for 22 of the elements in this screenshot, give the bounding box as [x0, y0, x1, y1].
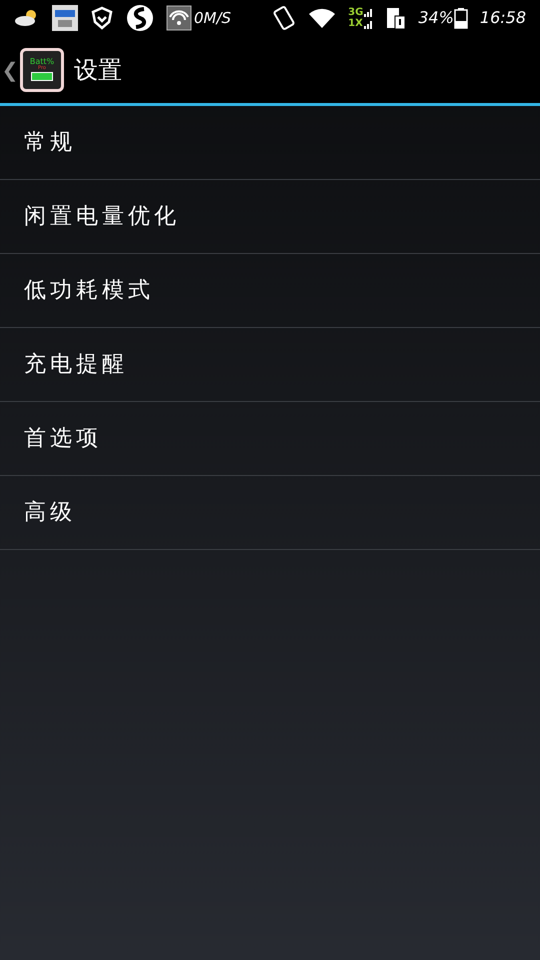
network-text: 3G — [348, 7, 364, 18]
sim-alert-icon — [386, 6, 406, 30]
network-text: 1X — [348, 18, 364, 29]
settings-item[interactable]: 高级 — [0, 476, 540, 550]
wifi-icon — [308, 7, 336, 29]
settings-item[interactable]: 首选项 — [0, 402, 540, 476]
signal-icon — [364, 7, 374, 29]
vibrate-icon — [272, 5, 296, 31]
settings-item[interactable]: 充电提醒 — [0, 328, 540, 402]
logo-icon — [126, 4, 154, 32]
shield-icon — [90, 6, 114, 30]
speed-text: 0M/S — [194, 8, 232, 29]
back-button[interactable]: ❮ — [0, 54, 20, 84]
screen-title: 设置 — [74, 54, 122, 86]
settings-item[interactable]: 常规 — [0, 106, 540, 180]
settings-item[interactable]: 低功耗模式 — [0, 254, 540, 328]
app-icon — [52, 5, 78, 31]
hotspot-icon — [166, 5, 192, 31]
clock-text: 16:58 — [480, 7, 526, 29]
settings-item[interactable]: 闲置电量优化 — [0, 180, 540, 254]
battery-icon — [454, 7, 468, 29]
battery-percent: 34% — [418, 7, 454, 29]
